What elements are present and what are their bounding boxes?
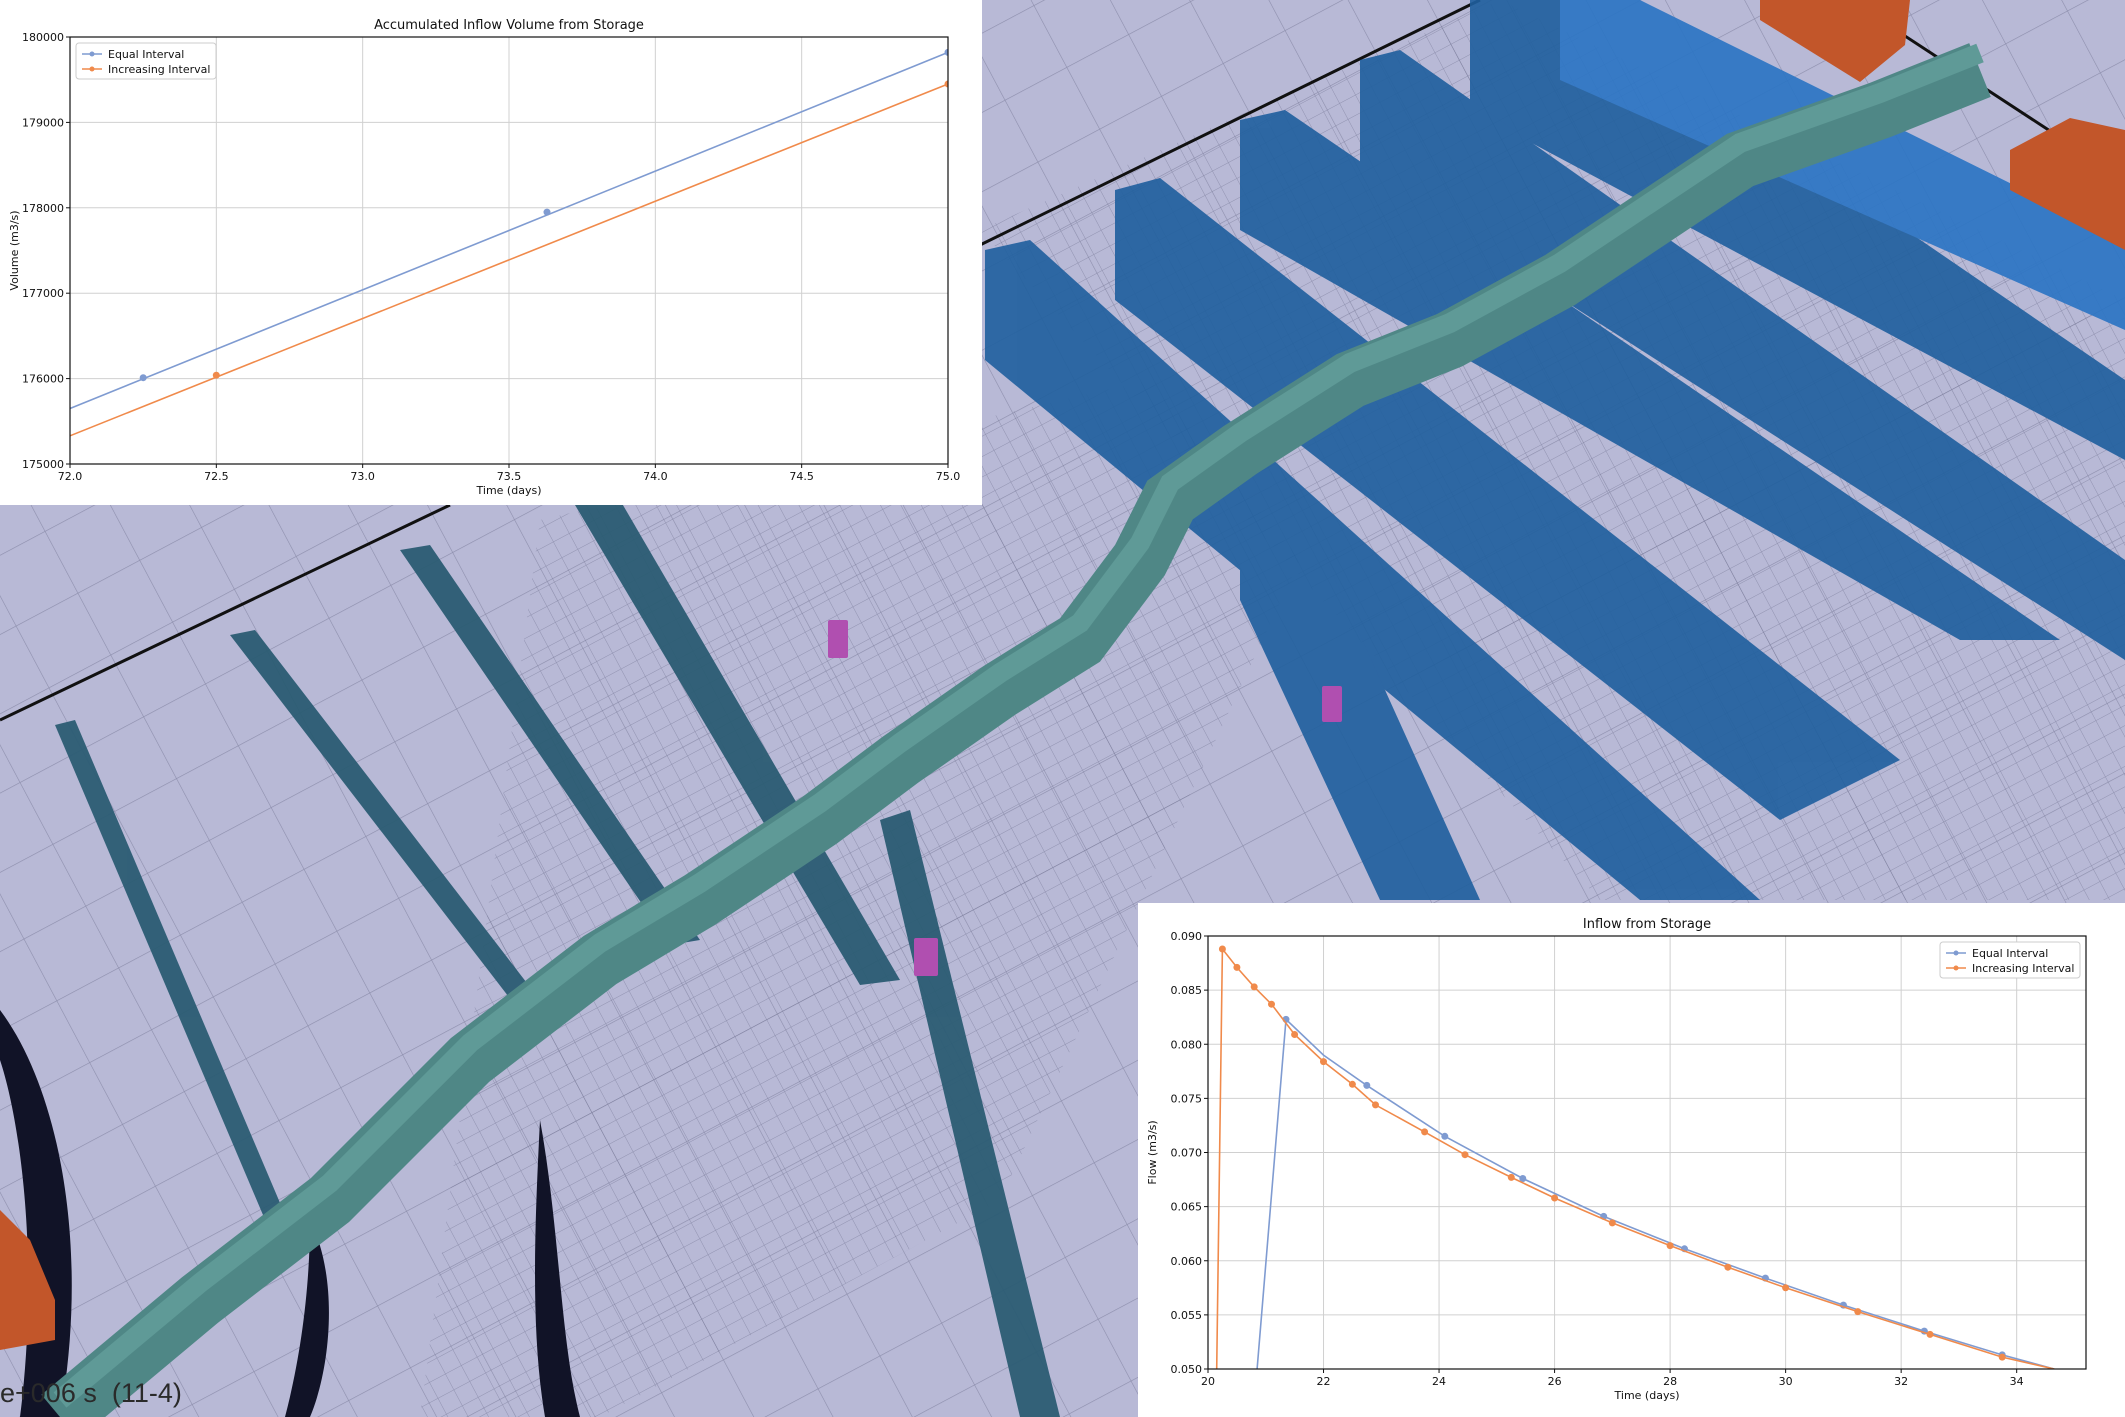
- data-point: [1461, 1151, 1469, 1159]
- y-tick-label: 0.065: [1171, 1201, 1203, 1214]
- series-equal-interval: [70, 48, 948, 410]
- data-point: [1218, 945, 1226, 953]
- legend-label: Equal Interval: [108, 48, 184, 61]
- data-point: [1348, 1080, 1356, 1088]
- series-equal-interval: [1256, 1015, 2055, 1369]
- chart-title: Accumulated Inflow Volume from Storage: [374, 18, 644, 33]
- legend-label: Equal Interval: [1972, 947, 2048, 960]
- legend-marker: [89, 51, 95, 57]
- data-point: [1250, 983, 1258, 991]
- legend-label: Increasing Interval: [1972, 962, 2074, 975]
- data-point: [1421, 1128, 1429, 1136]
- y-axis-label: Flow (m3/s): [1146, 1120, 1159, 1184]
- well-marker: [828, 620, 848, 658]
- x-axis-label: Time (days): [1614, 1389, 1680, 1402]
- accumulated-inflow-chart: 72.0 72.5 73.0 73.5 74.0 74.5 75.0 175000 176000…: [8, 18, 961, 497]
- data-point: [1854, 1308, 1862, 1316]
- x-axis-label: Time (days): [476, 484, 542, 497]
- y-tick-label: 0.060: [1171, 1255, 1203, 1268]
- y-tick-label: 175000: [22, 458, 64, 471]
- x-tick-label: 73.5: [497, 470, 522, 483]
- y-tick-label: 0.050: [1171, 1363, 1203, 1376]
- data-point: [1551, 1194, 1559, 1202]
- y-tick-label: 0.090: [1171, 930, 1203, 943]
- data-point: [1666, 1242, 1674, 1250]
- x-tick-label: 26: [1548, 1375, 1562, 1388]
- data-point: [1363, 1081, 1371, 1089]
- data-point: [1724, 1263, 1732, 1271]
- y-tick-label: 0.075: [1171, 1092, 1203, 1105]
- series-increasing-interval: [1215, 945, 2055, 1369]
- x-tick-label: 73.0: [350, 470, 375, 483]
- legend-marker: [1953, 950, 1959, 956]
- x-tick-label: 30: [1779, 1375, 1793, 1388]
- y-tick-label: 0.085: [1171, 984, 1203, 997]
- x-tick-label: 72.5: [204, 470, 229, 483]
- data-point: [1320, 1058, 1327, 1066]
- data-point: [1926, 1330, 1934, 1338]
- series-increasing-interval: [70, 80, 948, 437]
- x-tick-label: 72.0: [58, 470, 83, 483]
- y-tick-label: 180000: [22, 31, 64, 44]
- x-tick-label: 24: [1432, 1375, 1446, 1388]
- chart-title: Inflow from Storage: [1583, 917, 1711, 932]
- data-point: [1372, 1101, 1379, 1109]
- y-tick-label: 0.055: [1171, 1309, 1203, 1322]
- x-tick-label: 74.0: [643, 470, 668, 483]
- x-tick-label: 28: [1663, 1375, 1677, 1388]
- x-tick-label: 22: [1317, 1375, 1331, 1388]
- series-line: [1256, 1017, 2055, 1369]
- data-point: [139, 374, 147, 382]
- data-point: [1998, 1353, 2006, 1361]
- well-marker: [914, 938, 938, 976]
- inflow-chart-panel: 20 22 24 26 28 30 32 34 0.050 0.055 0.060 0.065 0.07…: [1138, 903, 2125, 1417]
- accumulated-inflow-chart-panel: 72.0 72.5 73.0 73.5 74.0 74.5 75.0 175000 176000…: [0, 0, 982, 505]
- data-point: [543, 208, 551, 216]
- data-point: [212, 371, 220, 379]
- data-point: [1507, 1173, 1515, 1181]
- data-point: [1291, 1031, 1299, 1038]
- data-point: [1608, 1219, 1616, 1227]
- x-tick-label: 34: [2010, 1375, 2024, 1388]
- inflow-from-storage-chart: 20 22 24 26 28 30 32 34 0.050 0.055 0.060 0.065 0.07…: [1146, 917, 2087, 1402]
- y-tick-label: 177000: [22, 287, 64, 300]
- well-marker: [1322, 686, 1342, 722]
- y-tick-label: 179000: [22, 116, 64, 129]
- y-tick-label: 0.080: [1171, 1038, 1203, 1051]
- x-tick-label: 75.0: [936, 470, 961, 483]
- time-readout: e+006 s (11-4): [0, 1378, 182, 1408]
- x-tick-label: 32: [1894, 1375, 1908, 1388]
- legend-marker: [1953, 965, 1959, 971]
- legend-marker: [89, 66, 95, 72]
- y-tick-label: 178000: [22, 202, 64, 215]
- x-tick-label: 74.5: [789, 470, 814, 483]
- data-point: [1268, 1000, 1275, 1008]
- y-tick-label: 0.070: [1171, 1147, 1203, 1160]
- x-tick-label: 20: [1201, 1375, 1215, 1388]
- data-point: [1782, 1284, 1790, 1292]
- data-point: [1441, 1132, 1449, 1140]
- y-tick-label: 176000: [22, 373, 64, 386]
- legend-label: Increasing Interval: [108, 63, 210, 76]
- data-point: [1233, 963, 1241, 971]
- y-axis-label: Volume (m3/s): [8, 210, 21, 290]
- series-line: [1215, 946, 2055, 1369]
